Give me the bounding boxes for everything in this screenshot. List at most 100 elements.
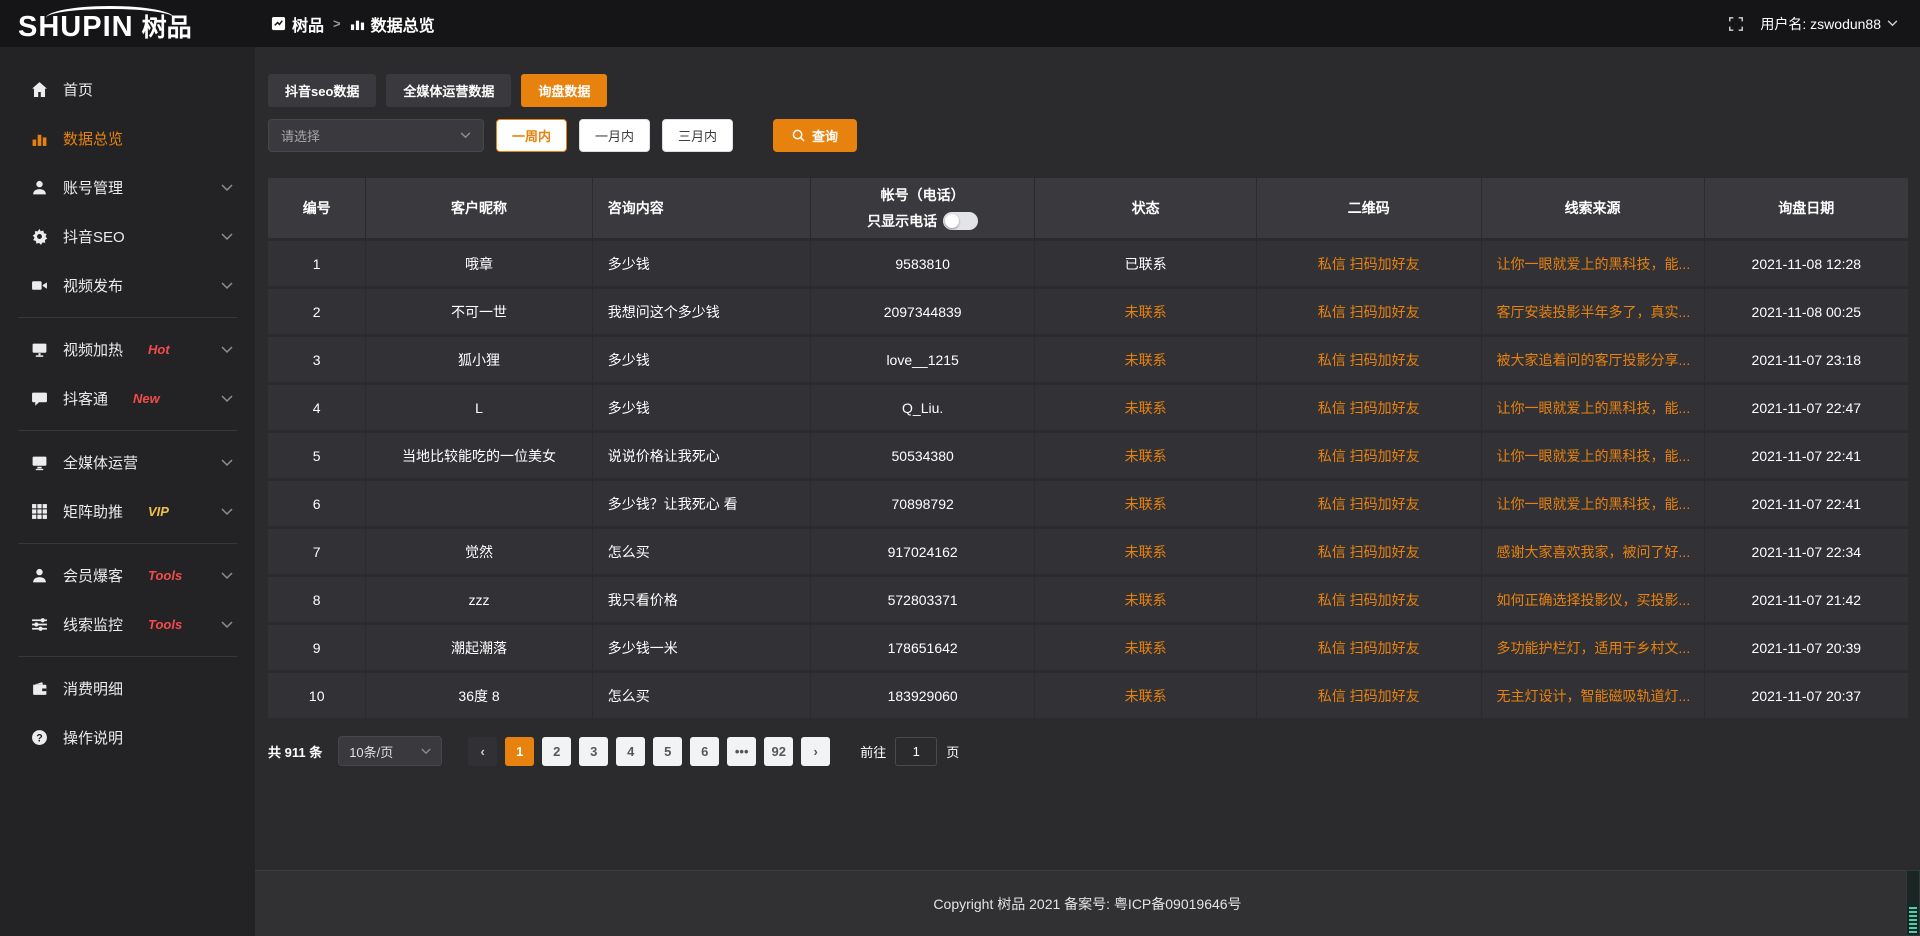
tab-抖音seo数据[interactable]: 抖音seo数据	[268, 74, 376, 107]
page-button-5[interactable]: 5	[653, 737, 682, 766]
cell-qrcode-link[interactable]: 私信 扫码加好友	[1257, 577, 1482, 625]
cell-content: 我只看价格	[593, 577, 811, 625]
breadcrumb-item-current[interactable]: 数据总览	[350, 12, 435, 36]
page-button-2[interactable]: 2	[542, 737, 571, 766]
cell-source-link[interactable]: 让你一眼就爱上的黑科技，能...	[1482, 241, 1705, 289]
chat-icon	[30, 390, 48, 407]
fullscreen-icon[interactable]	[1728, 16, 1744, 32]
page-size-select[interactable]: 10条/页	[338, 736, 442, 766]
cell-content: 怎么买	[593, 529, 811, 577]
sidebar-item-会员爆客[interactable]: 会员爆客Tools	[0, 551, 255, 600]
sidebar-item-首页[interactable]: 首页	[0, 65, 255, 114]
user-menu[interactable]: 用户名: zswodun88	[1760, 14, 1898, 34]
search-button-label: 查询	[812, 126, 838, 145]
breadcrumb-item-home[interactable]: 树品	[271, 12, 324, 36]
search-button[interactable]: 查询	[773, 119, 857, 152]
cell-qrcode-link[interactable]: 私信 扫码加好友	[1257, 241, 1482, 289]
sidebar-item-label: 会员爆客	[63, 565, 123, 586]
page-button-•••[interactable]: •••	[727, 737, 756, 766]
sidebar-item-label: 视频发布	[63, 275, 123, 296]
goto-suffix: 页	[946, 742, 959, 761]
cell-account: love__1215	[811, 337, 1036, 385]
phone-only-toggle[interactable]	[943, 212, 978, 230]
sidebar-item-线索监控[interactable]: 线索监控 Tools	[0, 600, 255, 649]
sidebar-item-label: 抖客通	[63, 388, 108, 409]
sidebar-item-数据总览[interactable]: 数据总览	[0, 114, 255, 163]
breadcrumb-separator: >	[333, 16, 341, 31]
app-logo: SHUPIN 树品	[18, 5, 192, 42]
page-button-6[interactable]: 6	[690, 737, 719, 766]
range-button-一月内[interactable]: 一月内	[579, 119, 650, 152]
cell-qrcode-link[interactable]: 私信 扫码加好友	[1257, 481, 1482, 529]
chevron-down-icon	[221, 346, 233, 354]
range-button-一周内[interactable]: 一周内	[496, 119, 567, 152]
chevron-down-icon	[221, 282, 233, 290]
cell-qrcode-link[interactable]: 私信 扫码加好友	[1257, 289, 1482, 337]
topbar: SHUPIN 树品 树品 > 数据总览 用户名: zswodun88	[0, 0, 1920, 47]
wallet-icon	[30, 680, 48, 697]
page-button-4[interactable]: 4	[616, 737, 645, 766]
bar-chart-icon	[30, 130, 48, 147]
cell-source-link[interactable]: 多功能护栏灯，适用于乡村文...	[1482, 625, 1705, 673]
gear-icon	[30, 228, 48, 245]
account-select[interactable]: 请选择	[268, 119, 484, 152]
page-button-92[interactable]: 92	[764, 737, 793, 766]
goto-page-input[interactable]	[895, 737, 937, 766]
sidebar-item-视频加热[interactable]: 视频加热Hot	[0, 325, 255, 374]
cell-qrcode-link[interactable]: 私信 扫码加好友	[1257, 385, 1482, 433]
page-button-3[interactable]: 3	[579, 737, 608, 766]
prev-page-button[interactable]: ‹	[468, 737, 497, 766]
sidebar-item-label: 消费明细	[63, 678, 123, 699]
cell-account: 178651642	[811, 625, 1036, 673]
cell-source-link[interactable]: 让你一眼就爱上的黑科技，能...	[1482, 433, 1705, 481]
copyright-text: Copyright 树品 2021 备案号: 粤ICP备09019646号	[933, 894, 1241, 914]
sidebar-item-视频发布[interactable]: 视频发布	[0, 261, 255, 310]
cell-source-link[interactable]: 让你一眼就爱上的黑科技，能...	[1482, 385, 1705, 433]
sidebar-item-消费明细[interactable]: 消费明细	[0, 664, 255, 713]
sidebar-item-全媒体运营[interactable]: 全媒体运营	[0, 438, 255, 487]
sidebar-item-label: 线索监控	[63, 614, 123, 635]
page-button-1[interactable]: 1	[505, 737, 534, 766]
range-button-三月内[interactable]: 三月内	[662, 119, 733, 152]
sidebar-divider	[18, 543, 237, 544]
tab-全媒体运营数据[interactable]: 全媒体运营数据	[386, 74, 511, 107]
table-row: 1036度 8怎么买183929060未联系私信 扫码加好友无主灯设计，智能磁吸…	[268, 673, 1908, 721]
user-icon	[30, 179, 48, 196]
cell-status: 未联系	[1035, 577, 1256, 625]
cell-no: 3	[268, 337, 366, 385]
chevron-down-icon	[221, 459, 233, 467]
table-row: 1哦章多少钱9583810已联系私信 扫码加好友让你一眼就爱上的黑科技，能...…	[268, 241, 1908, 289]
sidebar-item-操作说明[interactable]: ?操作说明	[0, 713, 255, 762]
cell-source-link[interactable]: 无主灯设计，智能磁吸轨道灯...	[1482, 673, 1705, 721]
next-page-button[interactable]: ›	[801, 737, 830, 766]
sidebar-item-账号管理[interactable]: 账号管理	[0, 163, 255, 212]
cell-qrcode-link[interactable]: 私信 扫码加好友	[1257, 433, 1482, 481]
sidebar: 首页数据总览账号管理抖音SEO 视频发布视频加热Hot抖客通New 全媒体运营矩阵助…	[0, 47, 255, 936]
topbar-right: 用户名: zswodun88	[1728, 14, 1920, 34]
search-icon	[792, 129, 805, 142]
cell-qrcode-link[interactable]: 私信 扫码加好友	[1257, 529, 1482, 577]
cell-content: 多少钱	[593, 337, 811, 385]
logo-arc	[46, 6, 174, 18]
sidebar-item-抖客通[interactable]: 抖客通New	[0, 374, 255, 423]
tab-询盘数据[interactable]: 询盘数据	[521, 74, 607, 107]
cell-qrcode-link[interactable]: 私信 扫码加好友	[1257, 673, 1482, 721]
cell-source-link[interactable]: 感谢大家喜欢我家，被问了好...	[1482, 529, 1705, 577]
sidebar-badge-tools: Tools	[148, 617, 182, 632]
cell-source-link[interactable]: 客厅安装投影半年多了，真实...	[1482, 289, 1705, 337]
cell-source-link[interactable]: 被大家追着问的客厅投影分享...	[1482, 337, 1705, 385]
sidebar-item-抖音SEO[interactable]: 抖音SEO	[0, 212, 255, 261]
table-row: 5当地比较能吃的一位美女说说价格让我死心50534380未联系私信 扫码加好友让…	[268, 433, 1908, 481]
page-buttons: 123456 ••• 92	[505, 737, 793, 766]
cell-source-link[interactable]: 让你一眼就爱上的黑科技，能...	[1482, 481, 1705, 529]
cell-status: 未联系	[1035, 529, 1256, 577]
perf-bars	[1909, 905, 1917, 933]
table-row: 4L多少钱Q_Liu.未联系私信 扫码加好友让你一眼就爱上的黑科技，能...20…	[268, 385, 1908, 433]
cell-nickname: 觉然	[366, 529, 592, 577]
cell-date: 2021-11-07 20:37	[1705, 673, 1908, 721]
cell-source-link[interactable]: 如何正确选择投影仪，买投影...	[1482, 577, 1705, 625]
sidebar-item-矩阵助推[interactable]: 矩阵助推VIP	[0, 487, 255, 536]
cell-account: 183929060	[811, 673, 1036, 721]
cell-qrcode-link[interactable]: 私信 扫码加好友	[1257, 625, 1482, 673]
cell-qrcode-link[interactable]: 私信 扫码加好友	[1257, 337, 1482, 385]
